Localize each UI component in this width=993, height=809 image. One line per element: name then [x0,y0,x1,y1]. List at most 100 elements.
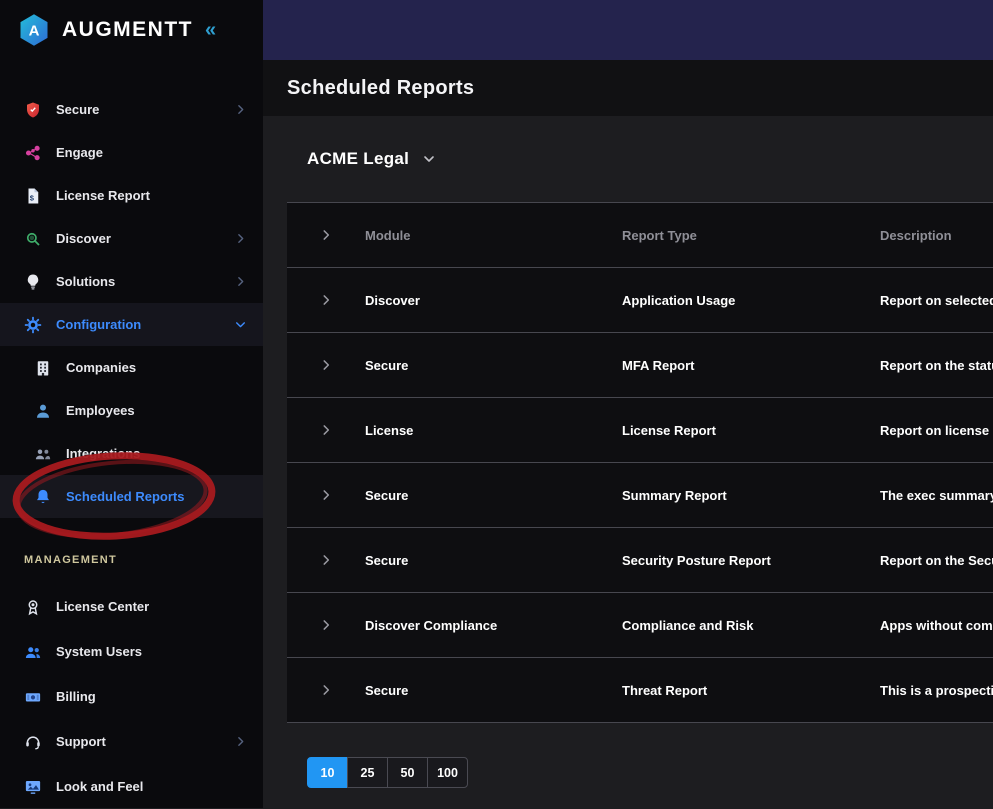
chevron-right-icon [319,423,333,437]
sidebar-item-label: Solutions [56,274,220,289]
column-header-module: Module [365,228,622,243]
chevron-right-icon [234,275,247,288]
cell-description: This is a prospectin [880,683,993,698]
sidebar-management-nav: License Center System Users Billing Support… [0,584,263,809]
cell-description: The exec summary [880,488,993,503]
sidebar-item-discover[interactable]: Discover [0,217,263,260]
discover-icon [24,230,42,248]
sidebar-item-system-users[interactable]: System Users [0,629,263,674]
sidebar-item-support[interactable]: Support [0,719,263,764]
table-row: SecureThreat ReportThis is a prospectin [287,658,993,723]
brand-name: AUGMENTT [62,18,193,42]
chevron-right-icon [319,683,333,697]
sidebar-nav: Secure Engage $License ReportDiscover Solut… [0,88,263,518]
company-selector[interactable]: ACME Legal [307,116,437,202]
row-expand-button[interactable] [287,293,365,307]
row-expand-button[interactable] [287,618,365,632]
management-section-label: MANAGEMENT [24,554,263,566]
chevron-right-icon [319,618,333,632]
chevron-down-icon [234,318,247,331]
cell-report-type: MFA Report [622,358,880,373]
employees-icon [34,402,52,420]
chevron-right-icon [319,553,333,567]
company-name: ACME Legal [307,149,409,169]
sidebar-item-employees[interactable]: Employees [0,389,263,432]
logo: A AUGMENTT « [0,0,263,60]
table-header-row: ModuleReport TypeDescription [287,203,993,268]
page-size-25[interactable]: 25 [347,757,388,788]
engage-icon [24,144,42,162]
cell-report-type: Threat Report [622,683,880,698]
cell-description: Report on selected [880,293,993,308]
row-expand-button[interactable] [287,423,365,437]
cell-description: Report on the Secu [880,553,993,568]
sidebar-item-label: Engage [56,145,247,160]
sidebar-item-label: Look and Feel [56,779,247,794]
cell-module: Secure [365,488,622,503]
row-expand-button[interactable] [287,358,365,372]
cell-module: Secure [365,553,622,568]
sidebar-item-configuration[interactable]: Configuration [0,303,263,346]
cell-report-type: License Report [622,423,880,438]
table-row: DiscoverApplication UsageReport on selec… [287,268,993,333]
cell-module: License [365,423,622,438]
sidebar-item-secure[interactable]: Secure [0,88,263,131]
cell-module: Discover Compliance [365,618,622,633]
bell-icon [34,488,52,506]
sidebar-item-label: License Center [56,599,247,614]
sidebar-item-license-center[interactable]: License Center [0,584,263,629]
sidebar-item-billing[interactable]: Billing [0,674,263,719]
sidebar-item-label: Secure [56,102,220,117]
cell-module: Discover [365,293,622,308]
column-header-report-type: Report Type [622,228,880,243]
sidebar-item-integrations[interactable]: Integrations [0,432,263,475]
page-header: Scheduled Reports [263,60,993,116]
row-expand-button[interactable] [287,488,365,502]
gear-icon [24,316,42,334]
sidebar-item-engage[interactable]: Engage [0,131,263,174]
table-row: Discover ComplianceCompliance and RiskAp… [287,593,993,658]
sidebar-item-solutions[interactable]: Solutions [0,260,263,303]
look-and-feel-icon [24,778,42,796]
cell-report-type: Application Usage [622,293,880,308]
sidebar-item-label: License Report [56,188,247,203]
sidebar-item-scheduled-reports[interactable]: Scheduled Reports [0,475,263,518]
sidebar-item-look-and-feel[interactable]: Look and Feel [0,764,263,809]
cell-description: Report on the statu [880,358,993,373]
page-size-10[interactable]: 10 [307,757,348,788]
column-header-description: Description [880,228,993,243]
cell-description: Apps without comp [880,618,993,633]
table-row: SecureSummary ReportThe exec summary [287,463,993,528]
sidebar-item-license-report[interactable]: $License Report [0,174,263,217]
pagination: 102550100 [307,757,468,788]
chevron-right-icon [319,228,333,242]
sidebar-item-label: Companies [66,360,247,375]
page-size-100[interactable]: 100 [427,757,468,788]
sidebar-item-label: Billing [56,689,247,704]
row-expand-button[interactable] [287,553,365,567]
shield-icon [24,101,42,119]
cell-module: Secure [365,358,622,373]
sidebar-item-label: Configuration [56,317,220,332]
billing-icon [24,688,42,706]
sidebar-item-label: Employees [66,403,247,418]
cell-module: Secure [365,683,622,698]
companies-icon [34,359,52,377]
sidebar-item-label: Integrations [66,446,247,461]
chevron-right-icon [319,358,333,372]
sidebar-item-label: Support [56,734,220,749]
sidebar-item-label: System Users [56,644,247,659]
cell-report-type: Compliance and Risk [622,618,880,633]
scheduled-reports-table: ModuleReport TypeDescriptionDiscoverAppl… [287,202,993,723]
table-row: SecureMFA ReportReport on the statu [287,333,993,398]
sidebar: A AUGMENTT « Secure Engage $License Report… [0,0,263,808]
main-content: ACME Legal ModuleReport TypeDescriptionD… [263,116,993,808]
cell-report-type: Summary Report [622,488,880,503]
row-expand-button[interactable] [287,683,365,697]
page-size-50[interactable]: 50 [387,757,428,788]
sidebar-collapse-icon[interactable]: « [205,19,216,42]
expand-all-button[interactable] [287,228,365,242]
page-title: Scheduled Reports [287,77,474,100]
license-center-icon [24,598,42,616]
sidebar-item-companies[interactable]: Companies [0,346,263,389]
